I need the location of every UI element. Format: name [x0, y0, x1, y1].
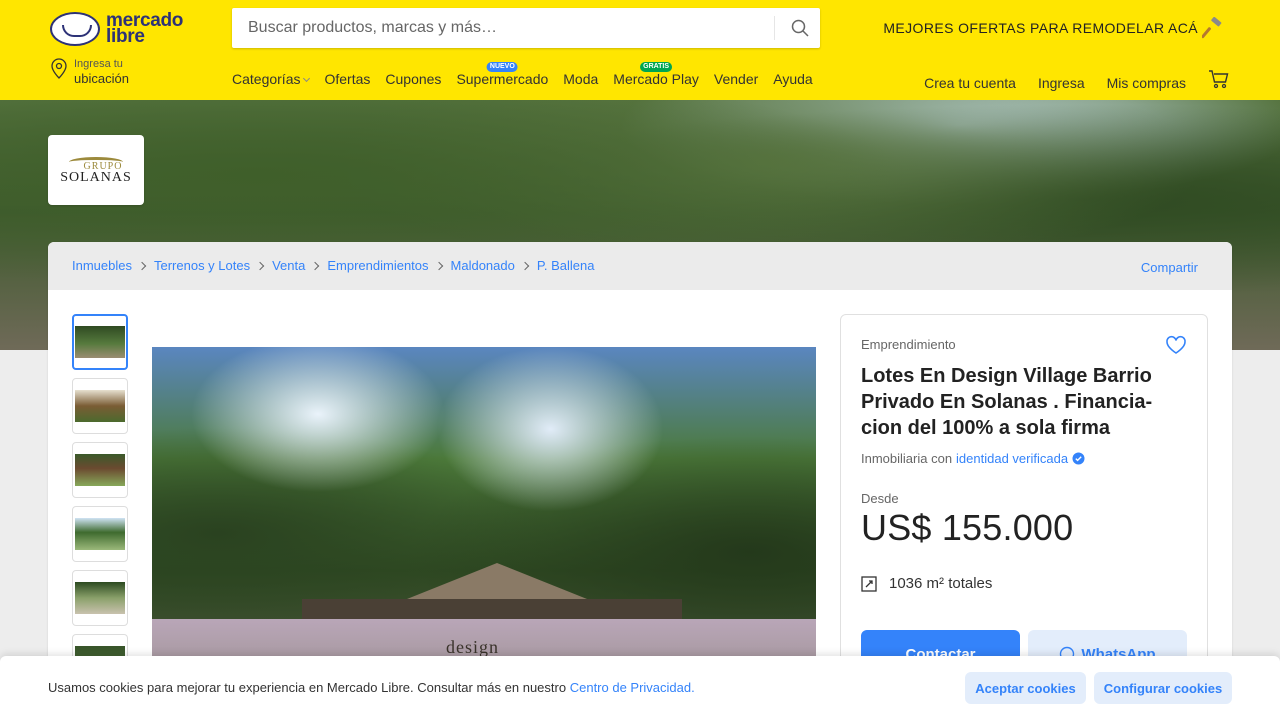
logo-text: mercado libre: [106, 10, 184, 47]
verified-badge-icon: [1072, 452, 1085, 465]
free-badge: GRATIS: [640, 62, 673, 72]
cookie-banner: Usamos cookies para mejorar tu experienc…: [0, 656, 1280, 720]
create-account-link[interactable]: Crea tu cuenta: [924, 75, 1016, 91]
chevron-right-icon: [137, 261, 147, 270]
listing-title: Lotes En Design Village Barrio Privado E…: [861, 365, 1153, 439]
price: US$ 155.000: [861, 507, 1074, 548]
seller-info: Inmobiliaria con identidad verificada: [861, 451, 1085, 466]
search-icon: [791, 19, 809, 37]
thumbnail[interactable]: [72, 378, 128, 434]
nav-ayuda[interactable]: Ayuda: [773, 71, 812, 87]
nav-label: Ofertas: [324, 71, 371, 87]
share-link[interactable]: Compartir: [1141, 260, 1198, 275]
location-selector[interactable]: Ingresa tu ubicación: [50, 58, 129, 86]
hammer-icon: [1202, 17, 1222, 39]
cart-button[interactable]: [1208, 69, 1230, 92]
privacy-center-link[interactable]: Centro de Privacidad.: [570, 680, 695, 695]
breadcrumb-item[interactable]: Emprendimientos: [327, 258, 428, 273]
thumbnail-image: [75, 454, 125, 486]
chevron-right-icon: [520, 261, 530, 270]
cookie-message: Usamos cookies para mejorar tu experienc…: [48, 680, 695, 695]
account-nav: Crea tu cuenta Ingresa Mis compras: [902, 69, 1230, 94]
brand-logo[interactable]: GRUPO SOLANAS: [48, 135, 144, 205]
header: mercado libre MEJORES OFERTAS PARA REMOD…: [0, 0, 1280, 100]
thumbnail[interactable]: [72, 442, 128, 498]
mercado-libre-logo[interactable]: mercado libre: [50, 11, 184, 47]
thumbnail[interactable]: [72, 314, 128, 370]
area-suffix: totales: [948, 575, 993, 592]
location-hint: Ingresa tu: [74, 58, 123, 70]
breadcrumb-bar: Inmuebles Terrenos y Lotes Venta Emprend…: [48, 242, 1232, 290]
brand-line-2: SOLANAS: [60, 169, 132, 185]
photo-sign-text: design: [446, 637, 499, 657]
favorite-button[interactable]: [1165, 335, 1187, 360]
area-value: 1036 m²: [889, 575, 945, 592]
listing-type: Emprendimiento: [861, 337, 956, 352]
nav-ofertas[interactable]: Ofertas: [324, 71, 370, 87]
main-nav: Categorías Ofertas Cupones NUEVO Supermer…: [232, 62, 828, 87]
thumbnail-image: [75, 582, 125, 614]
nav-supermercado[interactable]: NUEVO Supermercado: [456, 62, 549, 87]
breadcrumb-item[interactable]: Terrenos y Lotes: [154, 258, 250, 273]
thumbnail[interactable]: [72, 506, 128, 562]
photo-roof: [402, 563, 592, 601]
handshake-icon: [50, 12, 100, 46]
search-divider: [774, 16, 775, 40]
search-bar: [232, 8, 820, 48]
cookie-text: Usamos cookies para mejorar tu experienc…: [48, 680, 567, 695]
area-info: 1036 m² totales: [861, 575, 992, 592]
thumbnail-image: [75, 390, 125, 422]
configure-cookies-button[interactable]: Configurar cookies: [1094, 672, 1232, 704]
breadcrumb-item[interactable]: Inmuebles: [72, 258, 132, 273]
my-purchases-link[interactable]: Mis compras: [1107, 75, 1186, 91]
seller-prefix: Inmobiliaria con: [861, 451, 953, 466]
new-badge: NUEVO: [486, 62, 518, 72]
chevron-right-icon: [434, 261, 443, 270]
cart-icon: [1209, 70, 1229, 89]
thumbnail-image: [75, 518, 125, 550]
search-input[interactable]: [232, 8, 772, 48]
listing-card: Inmuebles Terrenos y Lotes Venta Emprend…: [48, 242, 1232, 720]
breadcrumb-item[interactable]: Venta: [272, 258, 305, 273]
nav-categorias[interactable]: Categorías: [232, 71, 311, 87]
chevron-down-icon: [303, 74, 311, 83]
nav-label: Supermercado: [456, 71, 549, 87]
nav-mercado-play[interactable]: GRATIS Mercado Play: [613, 62, 699, 87]
area-icon: [861, 575, 877, 592]
accept-cookies-button[interactable]: Aceptar cookies: [965, 672, 1086, 704]
nav-label: Mercado Play: [613, 71, 699, 87]
nav-label: Moda: [563, 71, 599, 87]
nav-label: Cupones: [385, 71, 442, 87]
location-pin-icon: [51, 58, 67, 79]
thumbnail[interactable]: [72, 570, 128, 626]
price-from-label: Desde: [861, 491, 899, 506]
promo-text: MEJORES OFERTAS PARA REMODELAR ACÁ: [883, 20, 1198, 36]
nav-label: Vender: [713, 71, 759, 87]
verified-identity-link[interactable]: identidad verificada: [956, 451, 1068, 466]
breadcrumb: Inmuebles Terrenos y Lotes Venta Emprend…: [72, 258, 594, 273]
nav-cupones[interactable]: Cupones: [385, 71, 441, 87]
search-button[interactable]: [780, 8, 820, 48]
chevron-right-icon: [311, 261, 320, 270]
heart-icon: [1166, 335, 1186, 354]
thumbnail-list: [72, 314, 128, 698]
breadcrumb-item[interactable]: P. Ballena: [537, 258, 595, 273]
nav-vender[interactable]: Vender: [714, 71, 758, 87]
login-link[interactable]: Ingresa: [1038, 75, 1085, 91]
promo-banner[interactable]: MEJORES OFERTAS PARA REMODELAR ACÁ: [883, 16, 1224, 40]
nav-moda[interactable]: Moda: [563, 71, 598, 87]
breadcrumb-item[interactable]: Maldonado: [451, 258, 515, 273]
location-label: ubicación: [74, 71, 129, 86]
thumbnail-image: [75, 326, 125, 358]
nav-label: Ayuda: [773, 71, 813, 87]
photo-building: [302, 599, 682, 619]
nav-label: Categorías: [232, 71, 301, 87]
chevron-right-icon: [255, 261, 265, 270]
